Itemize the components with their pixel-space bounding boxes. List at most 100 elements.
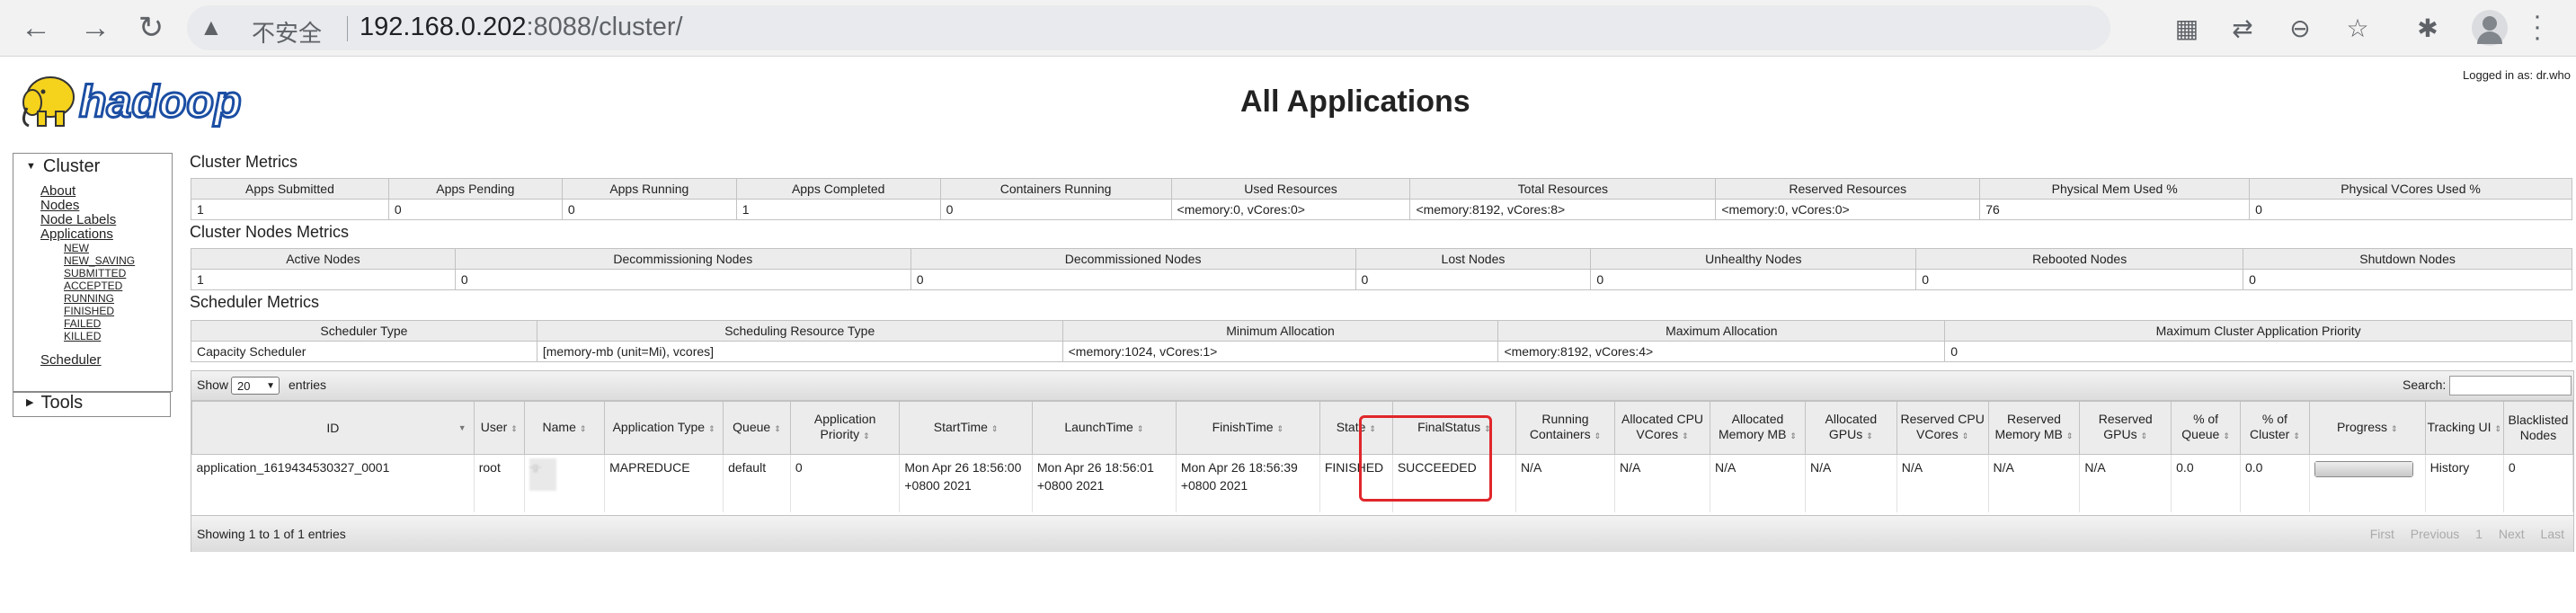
search-label: Search: <box>2403 378 2447 392</box>
cell-priority: 0 <box>790 454 901 512</box>
reload-icon[interactable]: ↻ <box>131 8 171 48</box>
triangle-down-icon: ▼ <box>26 161 36 172</box>
metric-value: <memory:8192, vCores:8> <box>1409 199 1717 220</box>
pager-first[interactable]: First <box>2370 527 2394 541</box>
progress-fill <box>2314 462 2412 476</box>
profile-avatar[interactable] <box>2472 10 2508 46</box>
cell-res-vcores: N/A <box>1896 454 1989 512</box>
metric-value: <memory:0, vCores:0> <box>1171 199 1411 220</box>
sidebar-link-scheduler[interactable]: Scheduler <box>40 353 135 368</box>
sidebar-state-submitted[interactable]: SUBMITTED <box>64 267 135 280</box>
cell-app-type: MAPREDUCE <box>604 454 724 512</box>
page-size-value: 20 <box>237 379 251 393</box>
scheduler-metrics-title: Scheduler Metrics <box>190 293 320 311</box>
insecure-label[interactable]: 不安全 <box>252 15 322 49</box>
browser-toolbar: ← → ↻ ▲ 不安全 192.168.0.202:8088/cluster/ … <box>0 0 2576 57</box>
col-header-running-containers[interactable]: Running Containers ⇕ <box>1515 401 1616 455</box>
sidebar-state-failed[interactable]: FAILED <box>64 317 135 330</box>
sidebar-state-killed[interactable]: KILLED <box>64 330 135 342</box>
sidebar-state-new-saving[interactable]: NEW_SAVING <box>64 254 135 267</box>
warning-triangle-icon[interactable]: ▲ <box>200 13 223 41</box>
app-id-link[interactable]: application_1619434530327_0001 <box>197 460 390 475</box>
metric-value: 0 <box>940 199 1172 220</box>
metric-value: Capacity Scheduler <box>191 341 537 362</box>
unhealthy-nodes-link[interactable]: 0 <box>1596 272 1603 287</box>
col-header-priority[interactable]: Application Priority ⇕ <box>789 401 901 455</box>
metric-header: Physical VCores Used % <box>2249 178 2572 200</box>
pager-previous[interactable]: Previous <box>2411 527 2459 541</box>
col-header-alloc-mem[interactable]: Allocated Memory MB ⇕ <box>1710 401 1806 455</box>
forward-arrow-icon[interactable]: → <box>76 8 115 48</box>
sidebar-link-about[interactable]: About <box>40 184 135 199</box>
divider <box>347 16 348 41</box>
col-header-pct-cluster[interactable]: % of Cluster ⇕ <box>2240 401 2310 455</box>
sidebar-tools[interactable]: ▶ Tools <box>13 392 171 417</box>
col-header-blacklisted[interactable]: Blacklisted Nodes <box>2502 401 2574 455</box>
col-header-queue[interactable]: Queue ⇕ <box>723 401 791 455</box>
col-header-finish-time[interactable]: FinishTime ⇕ <box>1175 401 1320 455</box>
col-header-progress[interactable]: Progress ⇕ <box>2308 401 2426 455</box>
page-size-select[interactable]: 20 ▼ <box>231 377 280 395</box>
translate-icon[interactable]: ⇄ <box>2224 9 2261 47</box>
pager-next[interactable]: Next <box>2499 527 2525 541</box>
metric-header: Decommissioning Nodes <box>454 248 911 270</box>
url-text[interactable]: 192.168.0.202:8088/cluster/ <box>360 13 683 42</box>
svg-text:hadoop: hadoop <box>79 76 242 127</box>
kebab-menu-icon[interactable]: · · · <box>2533 3 2542 51</box>
sidebar-state-finished[interactable]: FINISHED <box>64 305 135 317</box>
nodes-metrics-table: Active Nodes Decommissioning Nodes Decom… <box>191 248 2572 290</box>
col-header-res-vcores[interactable]: Reserved CPU VCores ⇕ <box>1896 401 1989 455</box>
metric-header: Apps Running <box>561 178 737 200</box>
metric-header: Apps Submitted <box>191 178 389 200</box>
history-link[interactable]: History <box>2430 460 2470 475</box>
metric-value: <memory:0, vCores:0> <box>1715 199 1981 220</box>
decommissioning-nodes-link[interactable]: 0 <box>461 272 468 287</box>
col-header-user[interactable]: User ⇕ <box>473 401 525 455</box>
table-footer: Showing 1 to 1 of 1 entries First Previo… <box>191 515 2573 552</box>
sidebar-link-applications[interactable]: Applications <box>40 227 135 242</box>
zoom-out-icon[interactable]: ⊖ <box>2281 9 2319 47</box>
col-header-res-mem[interactable]: Reserved Memory MB ⇕ <box>1987 401 2081 455</box>
address-bar[interactable]: ▲ 不安全 192.168.0.202:8088/cluster/ <box>187 5 2110 50</box>
col-header-alloc-vcores[interactable]: Allocated CPU VCores ⇕ <box>1614 401 1710 455</box>
col-header-alloc-gpus[interactable]: Allocated GPUs ⇕ <box>1804 401 1897 455</box>
col-header-pct-queue[interactable]: % of Queue ⇕ <box>2171 401 2241 455</box>
col-header-app-type[interactable]: Application Type ⇕ <box>604 401 724 455</box>
metric-header: Unhealthy Nodes <box>1590 248 1917 270</box>
metric-value: 76 <box>1979 199 2251 220</box>
shutdown-nodes-link[interactable]: 0 <box>2249 272 2256 287</box>
metric-header: Maximum Allocation <box>1497 320 1946 342</box>
cell-blacklisted: 0 <box>2503 454 2574 512</box>
sidebar-link-node-labels[interactable]: Node Labels <box>40 213 135 227</box>
active-nodes-link[interactable]: 1 <box>197 272 204 287</box>
col-header-res-gpus[interactable]: Reserved GPUs ⇕ <box>2079 401 2172 455</box>
star-icon[interactable]: ☆ <box>2339 9 2376 47</box>
grid-icon[interactable]: ▦ <box>2168 9 2206 47</box>
sidebar-state-running[interactable]: RUNNING <box>64 292 135 305</box>
back-arrow-icon[interactable]: ← <box>16 8 56 48</box>
col-header-tracking[interactable]: Tracking UI ⇕ <box>2424 401 2504 455</box>
col-header-launch-time[interactable]: LaunchTime ⇕ <box>1031 401 1177 455</box>
cell-launch-time: Mon Apr 26 18:56:01 +0800 2021 <box>1032 454 1177 512</box>
pager-page-1[interactable]: 1 <box>2475 527 2483 541</box>
col-header-start-time[interactable]: StartTime ⇕ <box>899 401 1033 455</box>
nodes-metrics-title: Cluster Nodes Metrics <box>190 223 350 241</box>
puzzle-icon[interactable]: ✱ <box>2409 9 2447 47</box>
triangle-right-icon: ▶ <box>26 397 34 408</box>
metric-header: Scheduling Resource Type <box>536 320 1063 342</box>
decommissioned-nodes-link[interactable]: 0 <box>917 272 924 287</box>
pager-last[interactable]: Last <box>2541 527 2564 541</box>
url-host: 192.168.0.202 <box>360 13 527 41</box>
cluster-toggle[interactable]: ▼ Cluster <box>13 154 172 177</box>
metric-header: Maximum Cluster Application Priority <box>1944 320 2572 342</box>
metric-value: 0 <box>562 199 737 220</box>
sidebar-link-nodes[interactable]: Nodes <box>40 199 135 213</box>
metric-header: Active Nodes <box>191 248 456 270</box>
rebooted-nodes-link[interactable]: 0 <box>1922 272 1929 287</box>
col-header-id[interactable]: ID ▼ <box>191 401 475 455</box>
col-header-name[interactable]: Name ⇕ <box>523 401 606 455</box>
sidebar-state-new[interactable]: NEW <box>64 242 135 254</box>
sidebar-state-accepted[interactable]: ACCEPTED <box>64 280 135 292</box>
lost-nodes-link[interactable]: 0 <box>1362 272 1369 287</box>
search-input[interactable] <box>2449 376 2572 395</box>
